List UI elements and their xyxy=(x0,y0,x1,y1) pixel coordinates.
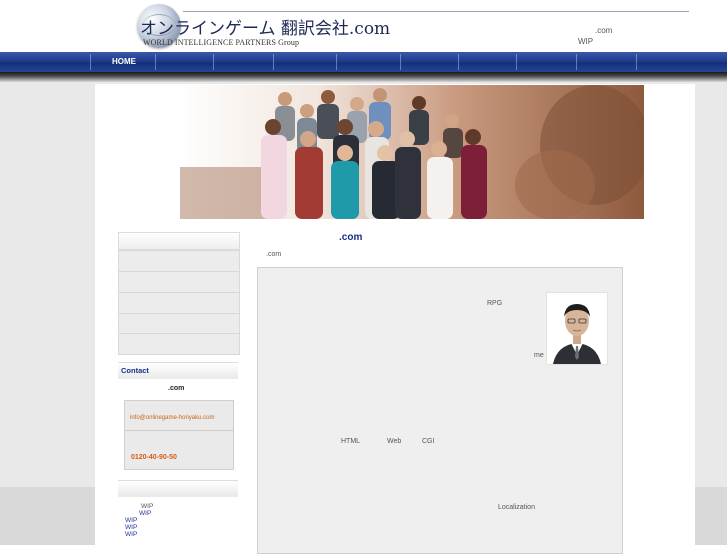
sidebar-wip-link[interactable]: WIP xyxy=(139,510,151,517)
sidebar-menu-item[interactable] xyxy=(118,271,240,293)
nav-separator xyxy=(636,54,637,70)
hero-people-illustration xyxy=(95,85,644,219)
sidebar-menu-header xyxy=(118,232,240,250)
main-nav-bar xyxy=(0,52,727,72)
site-logo-title[interactable]: オンラインゲーム 翻訳会社.com xyxy=(140,14,390,39)
nav-separator xyxy=(155,54,156,70)
contact-phone-number: 0120-40-90-50 xyxy=(131,454,177,461)
panel-text-web: Web xyxy=(387,438,402,445)
sidebar-links-header xyxy=(118,480,238,497)
sidebar-menu-item[interactable] xyxy=(118,313,240,335)
sidebar-wip-link[interactable]: WIP xyxy=(125,517,137,524)
contact-phone-box xyxy=(124,430,234,470)
header-wip-text: WIP xyxy=(578,37,594,46)
ceo-portrait-image xyxy=(546,292,608,365)
sidebar-menu-item[interactable] xyxy=(118,333,240,355)
portrait-illustration xyxy=(547,293,607,364)
main-heading: .com xyxy=(339,232,363,243)
nav-separator xyxy=(336,54,337,70)
panel-text-localization: Localization xyxy=(498,504,535,511)
nav-home-link[interactable]: HOME xyxy=(112,57,136,66)
nav-separator xyxy=(90,54,91,70)
nav-separator xyxy=(400,54,401,70)
nav-separator xyxy=(273,54,274,70)
header-divider xyxy=(183,11,689,12)
sidebar-wip-link[interactable]: WIP xyxy=(141,503,153,510)
nav-separator xyxy=(213,54,214,70)
sidebar-wip-link[interactable]: WIP xyxy=(125,524,137,531)
nav-shadow-band xyxy=(0,72,727,82)
panel-text-cgi: CGI xyxy=(422,438,435,445)
main-subheading: .com xyxy=(266,251,282,258)
nav-separator xyxy=(516,54,517,70)
nav-separator xyxy=(458,54,459,70)
panel-text-html: HTML xyxy=(341,438,361,445)
sidebar-menu-item[interactable] xyxy=(118,292,240,314)
site-logo-subtitle: WORLD INTELLIGENCE PARTNERS Group xyxy=(143,38,300,47)
panel-text-me: me xyxy=(534,352,544,359)
contact-email-link[interactable]: info@onlinegame-honyaku.com xyxy=(130,415,214,421)
nav-separator xyxy=(576,54,577,70)
contact-title: Contact xyxy=(121,366,149,375)
header-domain-text: .com xyxy=(595,26,613,35)
panel-text-rpg: RPG xyxy=(487,300,503,307)
sidebar-menu-item[interactable] xyxy=(118,250,240,272)
sidebar-wip-link[interactable]: WIP xyxy=(125,531,137,538)
hero-banner-image xyxy=(95,85,644,219)
contact-domain-text: .com xyxy=(168,385,185,392)
